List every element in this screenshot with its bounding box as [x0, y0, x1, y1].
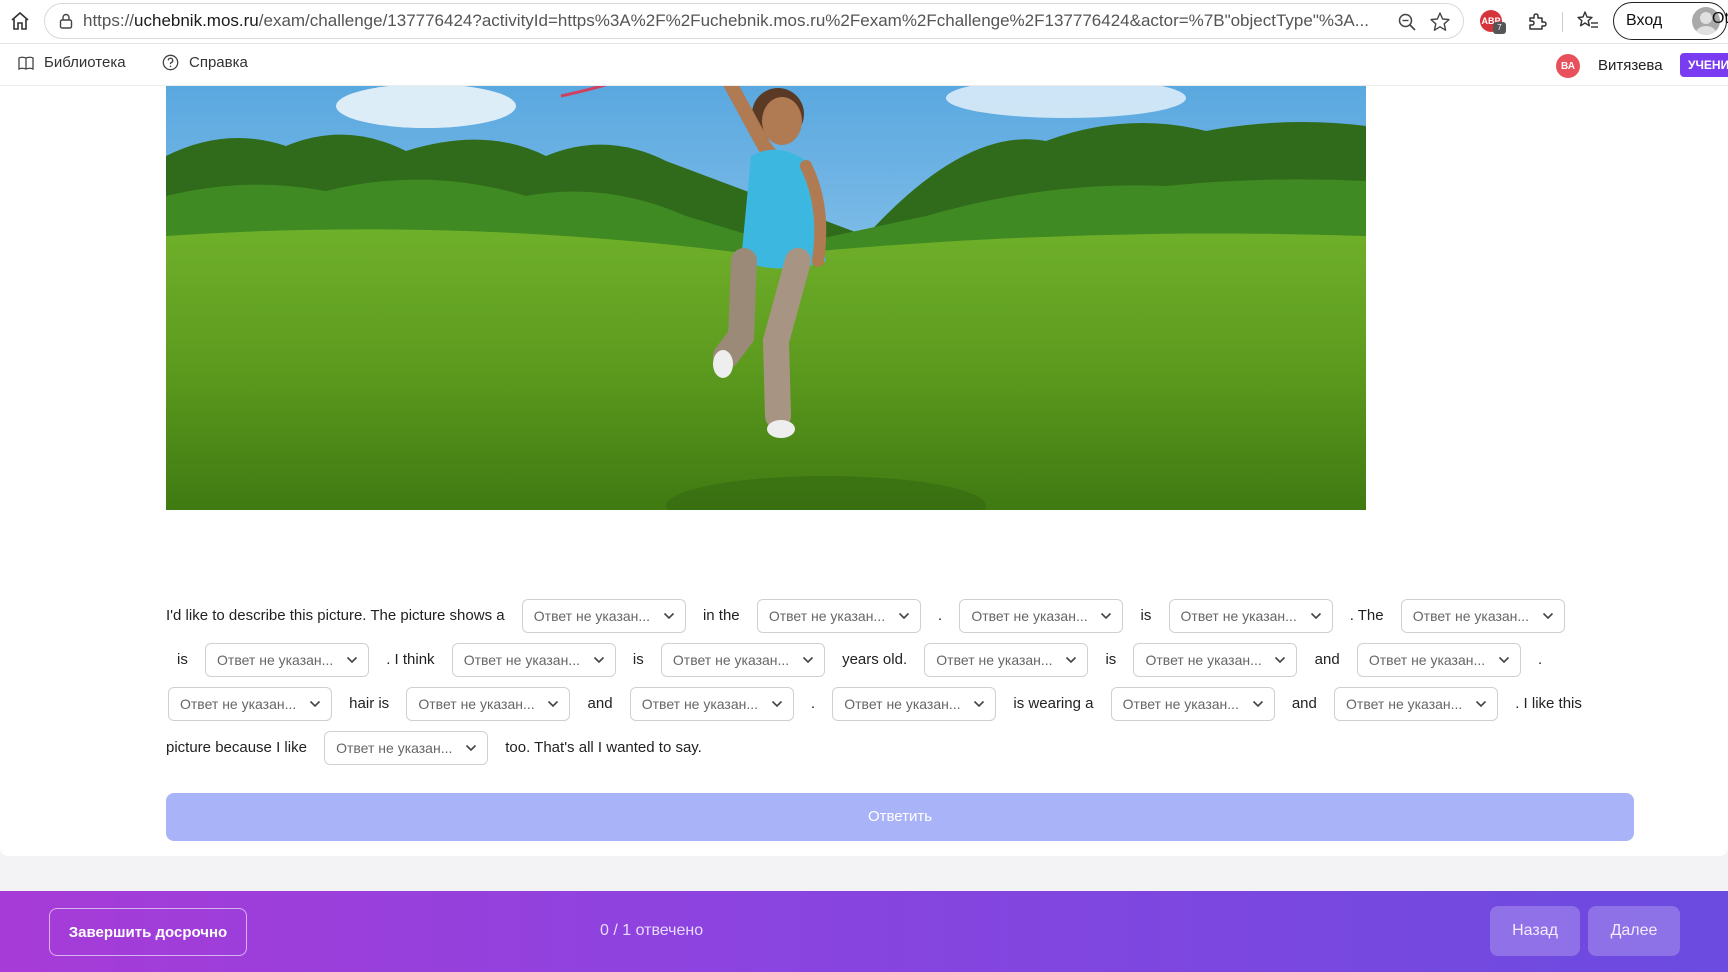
book-icon — [18, 56, 34, 70]
fill-in-sentence: I'd like to describe this picture. The p… — [166, 594, 1596, 770]
next-button[interactable]: Далее — [1588, 906, 1680, 956]
adblock-count-badge: 7 — [1493, 22, 1506, 34]
answer-dropdown[interactable]: Ответ не указан... — [756, 599, 921, 634]
cutoff-toolbar-label[interactable]: Ot — [1712, 10, 1728, 28]
chevron-down-icon — [1498, 656, 1509, 664]
nav-help[interactable]: Справка — [162, 54, 248, 71]
chevron-down-icon — [663, 612, 674, 620]
user-avatar[interactable]: ВА — [1556, 54, 1580, 78]
sentence-text: is — [632, 651, 644, 668]
answer-dropdown[interactable]: Ответ не указан... — [406, 687, 571, 722]
chevron-down-icon — [1542, 612, 1553, 620]
sentence-text: is — [1140, 607, 1152, 624]
url-text: https://uchebnik.mos.ru/exam/challenge/1… — [83, 11, 1369, 30]
progress-counter: 0 / 1 отвечено — [600, 922, 704, 939]
chevron-down-icon — [1275, 656, 1286, 664]
nav-help-label: Справка — [189, 54, 248, 71]
test-footer: Завершить досрочно 0 / 1 отвечено Назад … — [0, 891, 1728, 972]
chevron-down-icon — [898, 612, 909, 620]
chevron-down-icon — [309, 700, 321, 708]
chevron-down-icon — [771, 700, 782, 708]
nav-library-label: Библиотека — [44, 54, 126, 71]
task-picture — [166, 86, 1366, 510]
back-button[interactable]: Назад — [1490, 906, 1580, 956]
sentence-text: and — [1291, 695, 1317, 712]
answer-dropdown[interactable]: Ответ не указан... — [832, 687, 997, 722]
finish-early-button[interactable]: Завершить досрочно — [49, 908, 247, 956]
chevron-down-icon — [974, 700, 985, 708]
chevron-down-icon — [466, 744, 477, 752]
boy-running-on-grass-photo — [166, 86, 1366, 510]
chevron-down-icon — [1101, 612, 1112, 620]
site-header: Библиотека Справка ВА Витязева УЧЕНИ — [0, 44, 1728, 86]
help-circle-icon — [162, 54, 179, 71]
chevron-down-icon — [1252, 700, 1263, 708]
task-card: I'd like to describe this picture. The p… — [0, 86, 1728, 856]
sentence-text: in the — [702, 607, 740, 624]
zoom-icon[interactable] — [1397, 12, 1417, 37]
sentence-text: is — [177, 651, 188, 668]
chevron-down-icon — [548, 700, 559, 708]
toolbar-divider — [1562, 12, 1563, 32]
sentence-text: . The — [1349, 607, 1384, 624]
sentence-text: and — [587, 695, 613, 712]
extensions-puzzle-icon[interactable] — [1526, 10, 1548, 37]
sentence-text: years old. — [842, 651, 908, 668]
login-label: Вход — [1626, 12, 1663, 29]
lock-icon[interactable] — [57, 12, 75, 30]
sentence-text: . — [937, 607, 943, 624]
answer-dropdown[interactable]: Ответ не указан... — [924, 643, 1089, 678]
answer-dropdown[interactable]: Ответ не указан... — [168, 687, 332, 722]
nav-library[interactable]: Библиотека — [18, 54, 126, 71]
answer-dropdown[interactable]: Ответ не указан... — [324, 731, 489, 766]
sentence-text: . — [1538, 651, 1543, 668]
sentence-text: hair is — [349, 695, 390, 712]
sentence-text: . — [810, 695, 816, 712]
sentence-text: and — [1314, 651, 1340, 668]
answer-dropdown[interactable]: Ответ не указан... — [1400, 599, 1565, 634]
role-badge: УЧЕНИ — [1680, 53, 1728, 77]
chevron-down-icon — [1066, 656, 1077, 664]
login-button[interactable]: Вход — [1613, 2, 1727, 40]
chevron-down-icon — [802, 656, 813, 664]
address-bar[interactable]: https://uchebnik.mos.ru/exam/challenge/1… — [44, 3, 1464, 39]
answer-dropdown[interactable]: Ответ не указан... — [1110, 687, 1275, 722]
browser-toolbar: https://uchebnik.mos.ru/exam/challenge/1… — [0, 0, 1728, 44]
sentence-text: . I think — [386, 651, 435, 668]
sentence-text: is wearing a — [1013, 695, 1094, 712]
answer-dropdown[interactable]: Ответ не указан... — [1168, 599, 1333, 634]
chevron-down-icon — [1310, 612, 1321, 620]
answer-dropdown[interactable]: Ответ не указан... — [629, 687, 794, 722]
answer-dropdown[interactable]: Ответ не указан... — [660, 643, 825, 678]
user-name[interactable]: Витязева — [1598, 57, 1663, 74]
answer-dropdown[interactable]: Ответ не указан... — [521, 599, 686, 634]
answer-dropdown[interactable]: Ответ не указан... — [1356, 643, 1521, 678]
home-icon[interactable] — [8, 9, 32, 33]
answer-dropdown[interactable]: Ответ не указан... — [451, 643, 616, 678]
answer-dropdown[interactable]: Ответ не указан... — [1334, 687, 1499, 722]
answer-dropdown[interactable]: Ответ не указан... — [1133, 643, 1298, 678]
bookmark-star-icon[interactable] — [1429, 11, 1451, 38]
sentence-text: too. That's all I wanted to say. — [505, 739, 702, 756]
chevron-down-icon — [593, 656, 604, 664]
chevron-down-icon — [346, 656, 358, 664]
answer-dropdown[interactable]: Ответ не указан... — [959, 599, 1124, 634]
favorites-icon[interactable] — [1576, 10, 1600, 37]
submit-answer-button[interactable]: Ответить — [166, 793, 1634, 841]
chevron-down-icon — [1475, 700, 1487, 708]
sentence-text: I'd like to describe this picture. The p… — [166, 607, 505, 624]
sentence-text: is — [1105, 651, 1117, 668]
answer-dropdown[interactable]: Ответ не указан... — [205, 643, 370, 678]
